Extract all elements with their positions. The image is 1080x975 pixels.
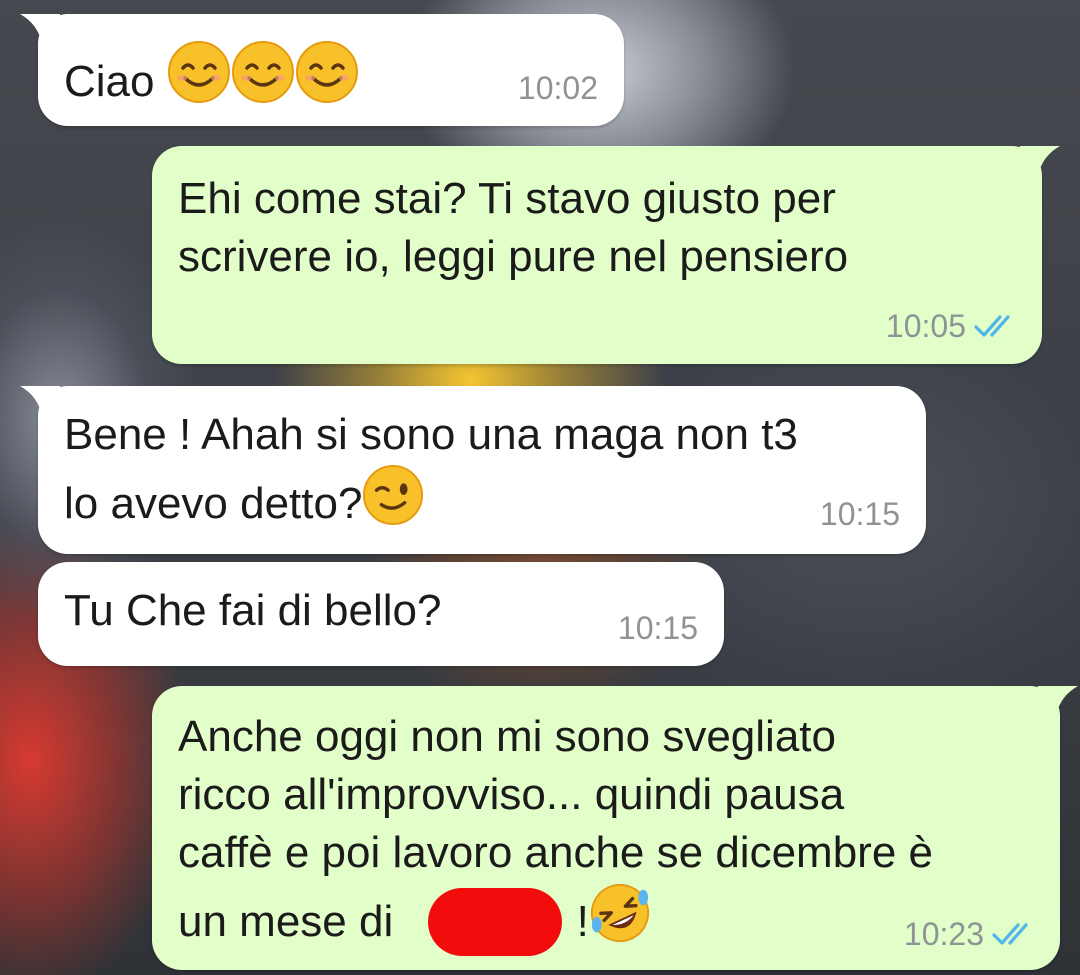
bubble-tail	[20, 386, 60, 416]
double-check-read-icon	[992, 923, 1028, 945]
message-meta: 10:02	[518, 70, 598, 106]
smiling-face-icon	[167, 41, 230, 103]
message-bubble-outgoing[interactable]: Ehi come stai? Ti stavo giusto per scriv…	[152, 146, 1060, 364]
message-timestamp: 10:23	[903, 916, 984, 952]
bubble-tail	[1038, 686, 1078, 716]
message-text: Tu Che fai di bello?	[64, 586, 442, 635]
message-timestamp: 10:05	[885, 308, 966, 344]
message-bubble-outgoing[interactable]: Anche oggi non mi sono svegliato ricco a…	[152, 686, 1078, 970]
message-bubble-incoming[interactable]: Bene ! Ahah si sono una maga non t3 lo a…	[20, 386, 926, 554]
redaction-mark	[428, 888, 562, 956]
message-meta: 10:15	[820, 496, 900, 532]
bubble-tail	[20, 14, 60, 44]
message-meta: 10:23	[904, 916, 1034, 952]
message-bubble-incoming[interactable]: Tu Che fai di bello? 10:15	[38, 562, 724, 666]
message-timestamp: 10:15	[819, 496, 900, 532]
message-meta: 10:05	[886, 308, 1016, 344]
message-timestamp: 10:02	[517, 70, 598, 106]
message-bubble-incoming[interactable]: Ciao 10:02	[20, 14, 624, 126]
bubble-tail	[1020, 146, 1060, 176]
smiling-face-icon	[231, 41, 294, 103]
message-text: Bene ! Ahah si sono una maga non t3 lo a…	[64, 410, 798, 528]
double-check-read-icon	[974, 315, 1010, 337]
message-text: Ciao	[64, 40, 359, 111]
rolling-on-the-floor-laughing-icon	[590, 883, 649, 943]
message-meta: 10:15	[618, 610, 698, 646]
smiling-face-icon	[295, 41, 358, 103]
message-text: Ehi come stai? Ti stavo giusto per scriv…	[178, 174, 849, 281]
winking-face-icon	[363, 464, 424, 526]
message-timestamp: 10:15	[617, 610, 698, 646]
